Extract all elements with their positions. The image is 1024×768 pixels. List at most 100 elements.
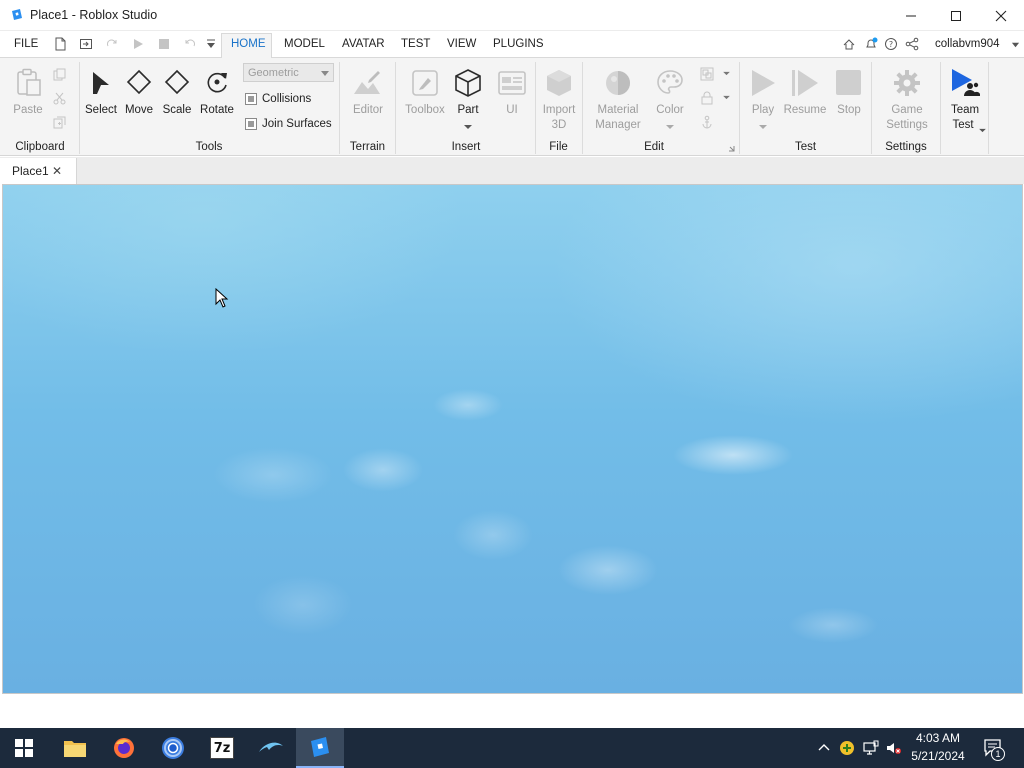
group-objects-icon[interactable] (700, 67, 714, 81)
color-label[interactable]: Color (652, 104, 688, 116)
volume-muted-icon[interactable] (886, 740, 902, 756)
roblox-studio-taskbar-icon (311, 737, 329, 757)
maximize-button[interactable] (933, 0, 979, 31)
notifications-icon[interactable] (864, 37, 878, 51)
lock-dropdown-icon[interactable] (723, 95, 730, 100)
group-dropdown-icon[interactable] (723, 71, 730, 76)
tray-shield-icon[interactable] (839, 740, 855, 756)
new-file-icon[interactable] (53, 37, 67, 51)
stop-quick-icon[interactable] (157, 37, 171, 51)
move-tool-label[interactable]: Move (122, 104, 156, 116)
gear-icon[interactable] (892, 68, 922, 98)
tab-plugins[interactable]: PLUGINS (493, 38, 544, 50)
color-dropdown-icon[interactable] (666, 124, 674, 130)
lock-icon[interactable] (700, 91, 714, 105)
firefox-icon (114, 738, 134, 758)
rotate-tool-icon[interactable] (204, 69, 230, 95)
home-icon[interactable] (842, 37, 856, 51)
tray-overflow-chevron-icon[interactable] (816, 740, 832, 756)
join-surfaces-label[interactable]: Join Surfaces (262, 118, 332, 130)
document-tab-place1[interactable]: Place1 ✕ (0, 158, 77, 184)
import-3d-label-line1[interactable]: Import (540, 104, 578, 116)
ui-label[interactable]: UI (496, 104, 528, 116)
tab-test[interactable]: TEST (401, 38, 430, 50)
taskbar-chrome[interactable] (149, 728, 197, 768)
stop-icon[interactable] (835, 69, 862, 96)
username-label[interactable]: collabvm904 (935, 38, 1000, 50)
resume-icon[interactable] (790, 68, 820, 98)
cut-icon[interactable] (53, 92, 66, 105)
play-dropdown-icon[interactable] (759, 124, 767, 130)
close-tab-icon[interactable]: ✕ (52, 164, 62, 178)
toolbox-icon[interactable] (410, 68, 440, 98)
taskbar-firefox[interactable] (100, 728, 148, 768)
toolbox-label[interactable]: Toolbox (402, 104, 448, 116)
tab-view[interactable]: VIEW (447, 38, 476, 50)
group-terrain-label: Terrain (349, 141, 386, 153)
scale-tool-label[interactable]: Scale (160, 104, 194, 116)
start-button[interactable] (0, 728, 48, 768)
redo-icon[interactable] (105, 37, 119, 51)
scale-tool-icon[interactable] (164, 69, 190, 95)
material-manager-label-line1[interactable]: Material (594, 104, 642, 116)
file-menu[interactable]: FILE (14, 38, 38, 50)
taskbar-roblox-studio[interactable] (296, 728, 344, 768)
select-tool-icon[interactable] (88, 70, 114, 96)
ribbon-separator (988, 62, 989, 154)
taskbar-dolphin[interactable] (247, 728, 295, 768)
clock-time[interactable]: 4:03 AM (906, 731, 970, 745)
minimize-button[interactable] (888, 0, 934, 31)
quick-access-dropdown-icon[interactable] (204, 37, 218, 51)
team-test-icon[interactable] (950, 68, 980, 98)
collisions-checkbox[interactable] (245, 93, 257, 105)
tab-home[interactable]: HOME (231, 38, 266, 50)
game-settings-label-line1[interactable]: Game (882, 104, 932, 116)
select-tool-label[interactable]: Select (84, 104, 118, 116)
resume-label[interactable]: Resume (783, 104, 827, 116)
part-label[interactable]: Part (452, 104, 484, 116)
user-dropdown-icon[interactable] (1011, 40, 1020, 49)
play-label[interactable]: Play (745, 104, 781, 116)
team-test-dropdown-icon[interactable] (979, 128, 986, 133)
play-icon[interactable] (749, 68, 777, 98)
paste-icon[interactable] (15, 68, 43, 98)
import-3d-icon[interactable] (543, 67, 575, 99)
terrain-editor-label[interactable]: Editor (348, 104, 388, 116)
terrain-editor-icon[interactable] (352, 68, 382, 98)
team-test-label-line2[interactable]: Test (946, 119, 980, 131)
part-cube-icon[interactable] (453, 67, 483, 99)
transform-mode-dropdown[interactable]: Geometric (243, 63, 334, 82)
material-manager-icon[interactable] (603, 68, 633, 98)
clock-date[interactable]: 5/21/2024 (906, 749, 970, 763)
join-surfaces-checkbox[interactable] (245, 118, 257, 130)
taskbar-file-explorer[interactable] (51, 728, 99, 768)
close-window-button[interactable] (978, 0, 1024, 31)
anchor-icon[interactable] (700, 115, 714, 129)
share-icon[interactable] (905, 37, 919, 51)
help-icon[interactable]: ? (884, 37, 898, 51)
duplicate-icon[interactable] (53, 116, 66, 129)
import-3d-label-line2[interactable]: 3D (540, 119, 578, 131)
move-tool-icon[interactable] (126, 69, 152, 95)
3d-viewport[interactable] (2, 184, 1023, 694)
publish-icon[interactable] (79, 37, 93, 51)
play-quick-icon[interactable] (131, 37, 145, 51)
color-palette-icon[interactable] (655, 68, 685, 98)
collisions-label[interactable]: Collisions (262, 93, 311, 105)
stop-label[interactable]: Stop (832, 104, 866, 116)
team-test-label-line1[interactable]: Team (946, 104, 984, 116)
tab-model[interactable]: MODEL (284, 38, 325, 50)
part-dropdown-icon[interactable] (464, 124, 472, 130)
network-icon[interactable] (863, 740, 879, 756)
edit-settings-expander-icon[interactable] (728, 145, 735, 152)
ui-insert-icon[interactable] (497, 68, 527, 98)
undo-icon[interactable] (183, 37, 197, 51)
document-tab-bar: Place1 ✕ (0, 157, 1024, 184)
transform-mode-value: Geometric (248, 67, 299, 79)
material-manager-label-line2[interactable]: Manager (594, 119, 642, 131)
taskbar-7zip[interactable]: 7z (198, 728, 246, 768)
game-settings-label-line2[interactable]: Settings (882, 119, 932, 131)
rotate-tool-label[interactable]: Rotate (199, 104, 235, 116)
copy-icon[interactable] (53, 68, 66, 81)
tab-avatar[interactable]: AVATAR (342, 38, 385, 50)
